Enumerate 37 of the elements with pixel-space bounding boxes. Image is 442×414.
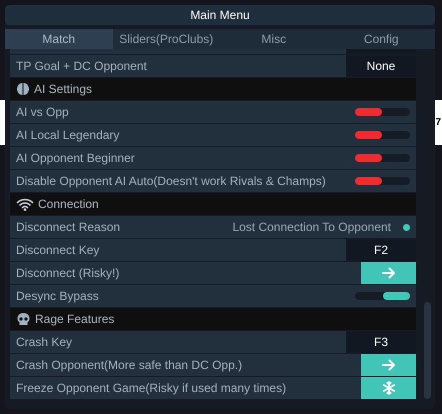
setting-label: AI Opponent Beginner <box>16 150 135 167</box>
setting-label: Disable Opponent AI Auto(Doesn't work Rivals & Champs) <box>16 173 326 190</box>
section-title: AI Settings <box>34 81 92 98</box>
section-title: Rage Features <box>35 311 114 328</box>
key-field[interactable]: F3 <box>346 331 416 353</box>
wifi-icon <box>16 197 34 211</box>
setting-label: AI Local Legendary <box>16 127 120 144</box>
tab[interactable]: Match <box>5 29 112 49</box>
tab[interactable]: Misc <box>220 29 328 49</box>
scroll-thumb[interactable] <box>424 302 431 399</box>
section-title: Connection <box>38 196 99 213</box>
arrow-right-icon <box>382 267 396 279</box>
tab[interactable]: Config <box>328 29 435 49</box>
backdrop-text: 7 <box>435 118 441 128</box>
brain-icon <box>16 82 30 96</box>
setting-label: AI vs Opp <box>16 104 69 121</box>
key-field[interactable]: None <box>346 55 416 77</box>
setting-label: Disconnect (Risky!) <box>16 265 120 282</box>
setting-label: Desync Bypass <box>16 288 99 305</box>
setting-label: Crash Key <box>16 334 72 351</box>
setting-label: Disconnect Key <box>16 242 100 259</box>
tab[interactable]: Sliders(ProClubs) <box>112 29 220 49</box>
toggle-switch[interactable] <box>355 131 410 139</box>
setting-label: Freeze Opponent Game(Risky if used many times) <box>16 380 286 397</box>
snowflake-icon <box>382 381 396 395</box>
toggle-switch[interactable] <box>355 154 410 162</box>
setting-label: Disconnect Reason <box>16 219 120 236</box>
status-text: Lost Connection To Opponent <box>232 219 391 236</box>
toggle-switch[interactable] <box>355 177 410 185</box>
skull-icon <box>16 312 31 326</box>
setting-label: Crash Opponent(More safe than DC Opp.) <box>16 357 242 374</box>
toggle-switch[interactable] <box>355 292 410 300</box>
toggle-switch[interactable] <box>355 108 410 116</box>
key-field[interactable]: F2 <box>346 239 416 261</box>
window-title: Main Menu <box>5 5 435 25</box>
arrow-right-icon <box>382 359 396 371</box>
setting-label: TP Goal + DC Opponent <box>16 58 147 75</box>
